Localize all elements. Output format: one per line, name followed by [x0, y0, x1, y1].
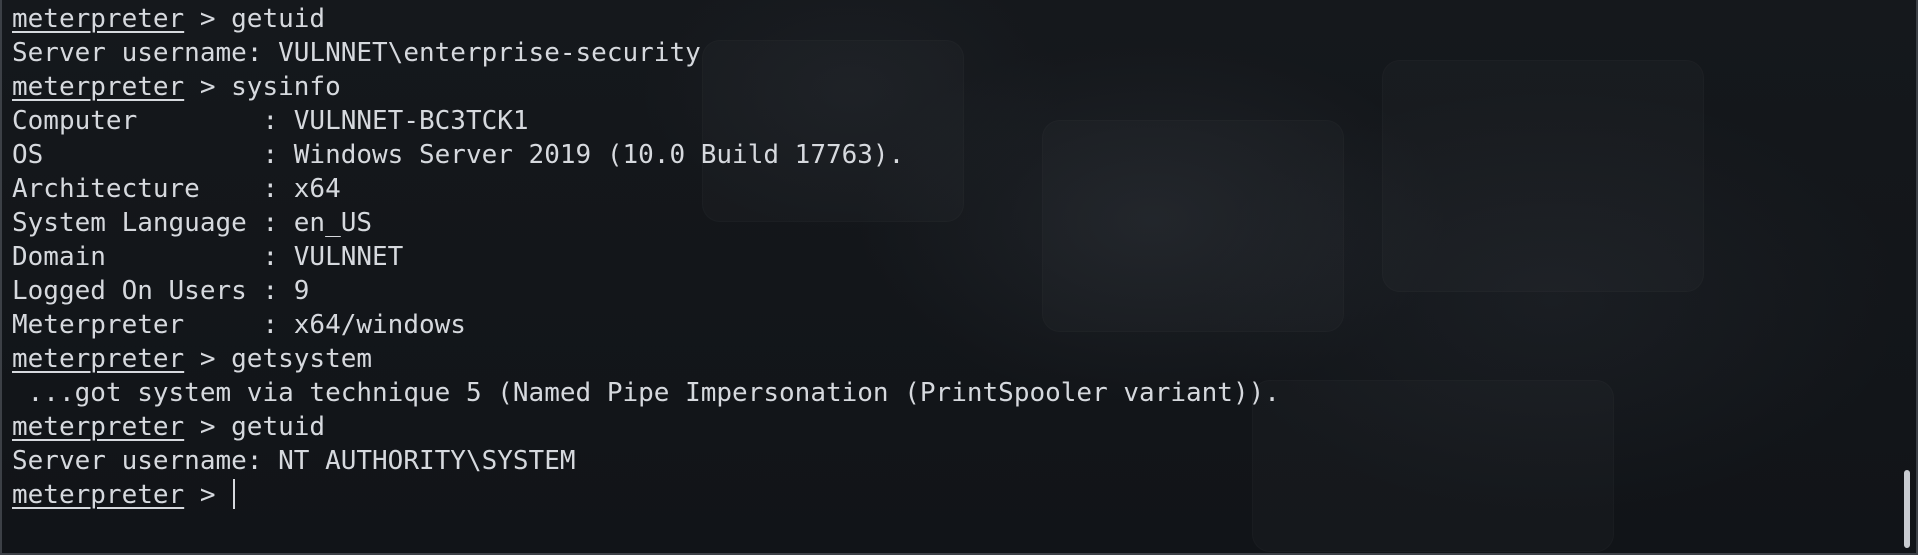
output-text: Server username: NT AUTHORITY\SYSTEM	[12, 446, 576, 476]
output-text: Logged On Users : 9	[12, 276, 310, 306]
command-text: getuid	[231, 412, 326, 442]
output-text: Domain : VULNNET	[12, 242, 404, 272]
output-line: Architecture : x64	[12, 172, 1892, 206]
output-text: Computer : VULNNET-BC3TCK1	[12, 106, 529, 136]
prompt-line: meterpreter > getuid	[12, 410, 1892, 444]
prompt-label: meterpreter	[12, 72, 185, 102]
command-text: getuid	[231, 4, 326, 34]
output-line: System Language : en_US	[12, 206, 1892, 240]
output-text: ...got system via technique 5 (Named Pip…	[12, 378, 1280, 408]
command-text: getsystem	[231, 344, 373, 374]
text-cursor[interactable]	[233, 479, 236, 509]
command-text: sysinfo	[231, 72, 341, 102]
prompt-line: meterpreter > getuid	[12, 2, 1892, 36]
output-line: Meterpreter : x64/windows	[12, 308, 1892, 342]
prompt-separator: >	[184, 72, 232, 102]
prompt-line: meterpreter > sysinfo	[12, 70, 1892, 104]
terminal-window[interactable]: meterpretermeterpreter > getuidServer us…	[0, 0, 1918, 555]
prompt-label: meterpreter	[12, 480, 185, 510]
output-text: Server username: VULNNET\enterprise-secu…	[12, 38, 701, 68]
prompt-label: meterpreter	[12, 344, 185, 374]
prompt-separator: >	[184, 412, 232, 442]
prompt-label: meterpreter	[12, 412, 185, 442]
output-line: Domain : VULNNET	[12, 240, 1892, 274]
output-line: ...got system via technique 5 (Named Pip…	[12, 376, 1892, 410]
terminal-output: meterpretermeterpreter > getuidServer us…	[12, 0, 1892, 512]
output-line: Logged On Users : 9	[12, 274, 1892, 308]
prompt-separator: >	[184, 4, 232, 34]
output-text: OS : Windows Server 2019 (10.0 Build 177…	[12, 140, 905, 170]
output-text: System Language : en_US	[12, 208, 373, 238]
prompt-separator: >	[184, 480, 232, 510]
terminal-scrollbar[interactable]	[1900, 0, 1910, 553]
scrollbar-thumb[interactable]	[1904, 470, 1910, 548]
prompt-label: meterpreter	[12, 0, 184, 2]
output-line: OS : Windows Server 2019 (10.0 Build 177…	[12, 138, 1892, 172]
output-line: Computer : VULNNET-BC3TCK1	[12, 104, 1892, 138]
prompt-line: meterpreter > getsystem	[12, 342, 1892, 376]
prompt-separator: >	[184, 344, 232, 374]
output-line: Server username: NT AUTHORITY\SYSTEM	[12, 444, 1892, 478]
output-text: Architecture : x64	[12, 174, 341, 204]
prompt-label: meterpreter	[12, 4, 185, 34]
output-text: Meterpreter : x64/windows	[12, 310, 466, 340]
output-line: Server username: VULNNET\enterprise-secu…	[12, 36, 1892, 70]
active-prompt-line: meterpreter >	[12, 478, 1892, 512]
